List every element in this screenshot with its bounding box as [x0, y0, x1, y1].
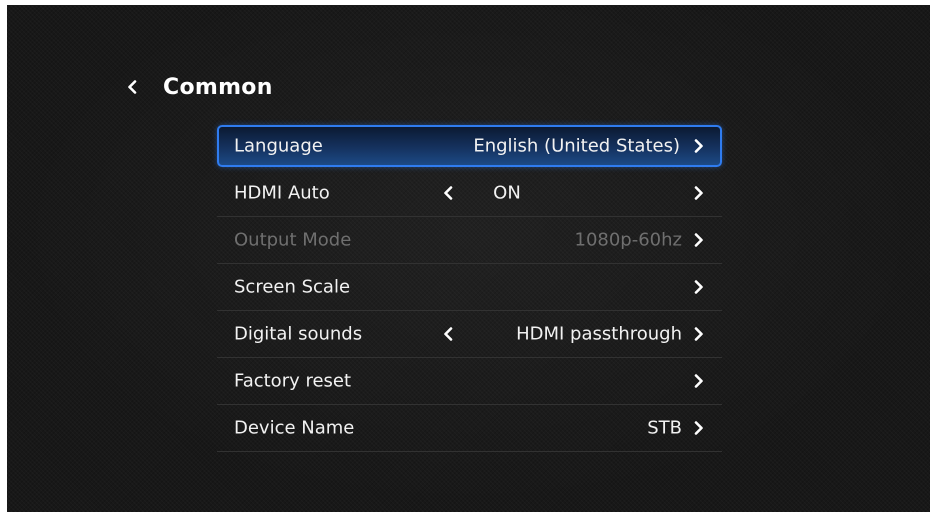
back-button[interactable] [121, 72, 143, 102]
menu-item-label: Digital sounds [234, 323, 363, 345]
chevron-right-icon [694, 186, 703, 200]
page-title: Common [163, 74, 273, 100]
header: Common [121, 67, 273, 107]
menu-item-label: Device Name [234, 417, 355, 439]
chevron-right-icon [694, 327, 703, 341]
menu-item-digital-sounds[interactable]: Digital sounds HDMI passthrough [217, 311, 722, 358]
settings-menu: Language English (United States) HDMI Au… [217, 125, 722, 452]
next-arrow-button[interactable] [694, 136, 708, 156]
next-arrow-button[interactable] [694, 418, 708, 438]
chevron-right-icon [694, 374, 703, 388]
next-arrow-button[interactable] [694, 277, 708, 297]
menu-item-label: HDMI Auto [234, 182, 330, 204]
menu-item-language[interactable]: Language English (United States) [217, 125, 722, 167]
next-arrow-button[interactable] [694, 371, 708, 391]
chevron-right-icon [694, 233, 703, 247]
menu-item-value: ON [493, 182, 521, 204]
chevron-right-icon [694, 421, 703, 435]
chevron-right-icon [694, 280, 703, 294]
menu-item-label: Language [234, 135, 323, 157]
menu-item-label: Output Mode [234, 229, 352, 251]
chevron-right-icon [694, 139, 703, 153]
menu-item-value: English (United States) [473, 135, 680, 157]
next-arrow-button[interactable] [694, 230, 708, 250]
next-arrow-button[interactable] [694, 183, 708, 203]
menu-item-label: Factory reset [234, 370, 352, 392]
menu-item-value: 1080p-60hz [574, 229, 683, 251]
menu-item-label: Screen Scale [234, 276, 351, 298]
menu-item-value: HDMI passthrough [516, 323, 682, 345]
menu-item-screen-scale[interactable]: Screen Scale [217, 264, 722, 311]
chevron-left-icon [128, 80, 137, 94]
menu-item-device-name[interactable]: Device Name STB [217, 405, 722, 452]
chevron-left-icon [444, 327, 453, 341]
menu-item-hdmi-auto[interactable]: HDMI Auto ON [217, 170, 722, 217]
menu-item-factory-reset[interactable]: Factory reset [217, 358, 722, 405]
next-arrow-button[interactable] [694, 324, 708, 344]
menu-item-output-mode[interactable]: Output Mode 1080p-60hz [217, 217, 722, 264]
tv-settings-screen: Common Language English (United States) … [7, 5, 930, 512]
prev-arrow-button[interactable] [443, 324, 457, 344]
menu-item-value: STB [647, 417, 682, 439]
